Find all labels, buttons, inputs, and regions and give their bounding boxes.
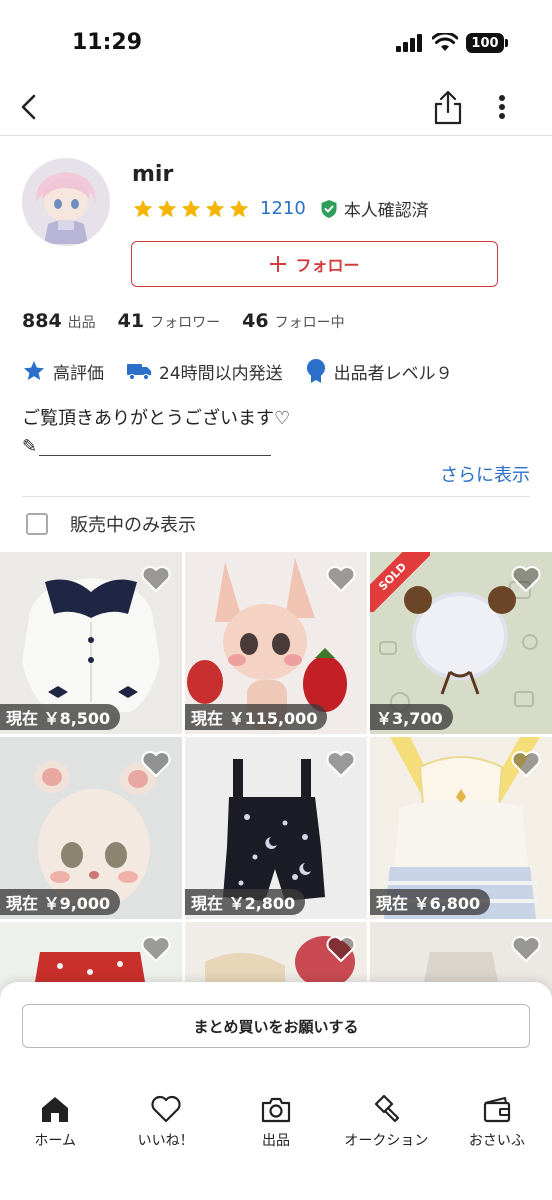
shield-check-icon: [321, 199, 337, 218]
status-time: 11:29: [72, 30, 143, 55]
rating-row[interactable]: 1210 本人確認済: [132, 196, 429, 221]
back-arrow-icon[interactable]: [14, 90, 44, 124]
tab-sell[interactable]: 出品: [221, 1094, 331, 1154]
user-name: mir: [132, 162, 174, 187]
truck-icon: [127, 364, 151, 381]
item-price: ￥3,700: [370, 704, 453, 730]
battery-level: 100: [471, 35, 499, 51]
item-price: 現在 ￥8,500: [0, 704, 121, 730]
item-tile[interactable]: SOLD ￥3,700: [370, 552, 552, 734]
star-icon: [205, 199, 225, 217]
battery-icon: 100: [466, 33, 508, 53]
stat-following-count: 46: [242, 310, 269, 332]
bottom-sheet: まとめ買いをお願いする ホーム いいね！ 出品 オークション おさいふ: [0, 982, 552, 1200]
camera-icon: [261, 1097, 291, 1123]
show-more-link[interactable]: さらに表示: [440, 461, 530, 487]
item-price: 現在 ￥2,800: [185, 889, 306, 915]
badge-label: 出品者レベル９: [333, 363, 453, 384]
rating-count[interactable]: 1210: [260, 198, 306, 219]
sold-ribbon: SOLD: [370, 552, 430, 612]
tab-wallet[interactable]: おさいふ: [442, 1094, 552, 1154]
divider: [22, 496, 530, 497]
tab-bar: ホーム いいね！ 出品 オークション おさいふ: [0, 1094, 552, 1154]
pencil-glyph: ✎: [22, 436, 38, 457]
follow-label: フォロー: [295, 256, 360, 275]
wallet-icon: [483, 1097, 510, 1123]
badge-shipping: 24時間以内発送: [126, 359, 283, 384]
filter-on-sale-only[interactable]: 販売中のみ表示: [26, 511, 196, 537]
stat-listings[interactable]: 884 出品: [22, 310, 96, 332]
tab-label: ホーム: [34, 1133, 76, 1149]
item-tile[interactable]: 現在 ￥2,800: [185, 737, 367, 919]
stats-row: 884 出品 41 フォロワー 46 フォロー中: [22, 310, 367, 332]
bio-line-2: ✎: [22, 433, 532, 461]
avatar-doll-image: [22, 158, 110, 246]
stat-listings-label: 出品: [67, 315, 96, 331]
signal-icon: [396, 34, 422, 52]
verified-badge: 本人確認済: [320, 196, 429, 221]
gavel-icon: [375, 1094, 400, 1123]
heart-icon[interactable]: [510, 564, 542, 594]
seller-badges: 高評価 24時間以内発送 出品者レベル９: [22, 358, 475, 384]
tab-label: オークション: [344, 1133, 429, 1149]
tab-auction[interactable]: オークション: [331, 1094, 441, 1154]
heart-icon[interactable]: [325, 749, 357, 779]
more-vertical-icon[interactable]: [490, 90, 514, 124]
stat-followers-count: 41: [117, 310, 145, 332]
star-icon: [157, 199, 177, 217]
on-sale-checkbox[interactable]: [26, 513, 48, 535]
heart-icon: [151, 1095, 181, 1123]
rating-stars: [132, 198, 250, 220]
item-price: 現在 ￥9,000: [0, 889, 121, 915]
item-tile[interactable]: 現在 ￥9,000: [0, 737, 182, 919]
stat-following-label: フォロー中: [274, 315, 345, 331]
item-price: 現在 ￥115,000: [185, 704, 328, 730]
heart-icon[interactable]: [140, 749, 172, 779]
item-price: 現在 ￥6,800: [370, 889, 491, 915]
star-icon: [229, 199, 249, 217]
medal-icon: [306, 359, 325, 383]
verified-label: 本人確認済: [343, 201, 429, 221]
star-icon: [24, 361, 44, 380]
item-tile[interactable]: 現在 ￥115,000: [185, 552, 367, 734]
heart-icon[interactable]: [325, 564, 357, 594]
stat-following[interactable]: 46 フォロー中: [242, 310, 344, 332]
status-icons: 100: [396, 33, 508, 53]
bulk-purchase-button[interactable]: まとめ買いをお願いする: [22, 1004, 530, 1048]
badge-seller-level: 出品者レベル９: [305, 358, 453, 384]
heart-icon[interactable]: [510, 749, 542, 779]
star-icon: [133, 199, 153, 217]
badge-label: 24時間以内発送: [159, 363, 283, 384]
sold-label: SOLD: [370, 552, 430, 612]
bio-underline: [39, 438, 272, 456]
share-icon[interactable]: [431, 88, 465, 126]
home-icon: [42, 1097, 69, 1122]
item-tile[interactable]: 現在 ￥8,500: [0, 552, 182, 734]
item-tile[interactable]: 現在 ￥6,800: [370, 737, 552, 919]
nav-bar: [0, 80, 552, 136]
stat-followers[interactable]: 41 フォロワー: [118, 310, 220, 332]
wifi-icon: [432, 33, 458, 51]
tab-label: いいね！: [137, 1133, 194, 1149]
tab-label: 出品: [262, 1133, 291, 1149]
tab-home[interactable]: ホーム: [0, 1094, 110, 1154]
tab-label: おさいふ: [468, 1133, 525, 1149]
badge-high-rating: 高評価: [22, 359, 104, 384]
status-bar: 11:29 100: [0, 0, 552, 80]
bio-line-1: ご覧頂きありがとうございます♡: [22, 408, 291, 429]
badge-label: 高評価: [53, 363, 104, 384]
heart-icon[interactable]: [140, 564, 172, 594]
stat-listings-count: 884: [22, 310, 62, 332]
follow-button[interactable]: フォロー: [131, 241, 498, 287]
profile-bio: ご覧頂きありがとうございます♡ ✎: [22, 405, 532, 461]
stat-followers-label: フォロワー: [150, 315, 221, 331]
filter-label: 販売中のみ表示: [70, 515, 196, 536]
heart-icon[interactable]: [325, 934, 357, 964]
heart-icon[interactable]: [140, 934, 172, 964]
plus-icon: [270, 256, 287, 272]
star-icon: [181, 199, 201, 217]
tab-likes[interactable]: いいね！: [110, 1094, 220, 1154]
avatar[interactable]: [22, 158, 110, 246]
heart-icon[interactable]: [510, 934, 542, 964]
